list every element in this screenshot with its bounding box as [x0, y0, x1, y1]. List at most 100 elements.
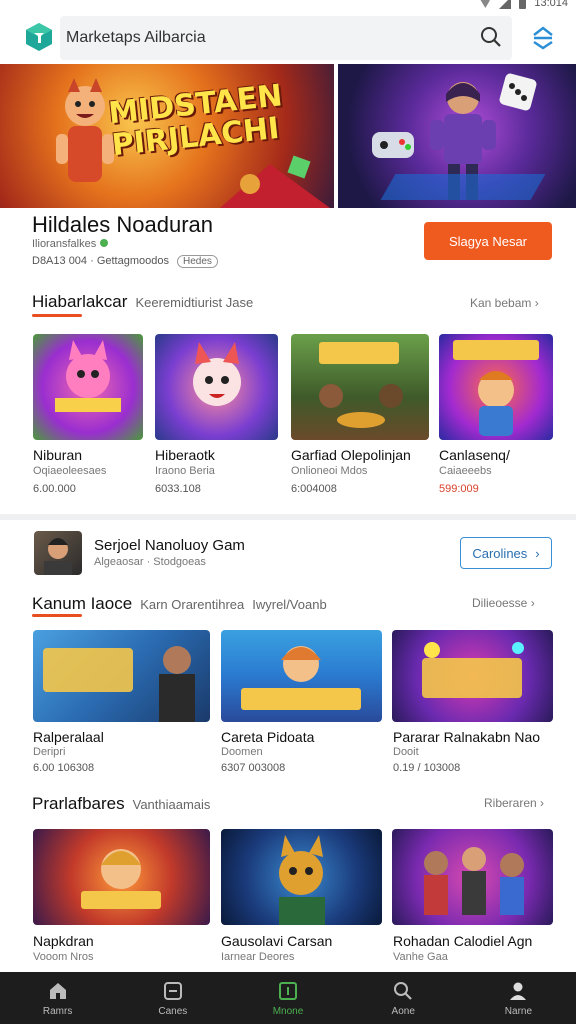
search-header: Marketaps Ailbarcia [0, 12, 576, 64]
apps-icon [279, 981, 297, 1000]
tile-subtitle: Vooom Nros [33, 951, 94, 963]
section-header-2: Kanum Iaoce Karn Orarentihrea Iwyrel/Voanb [32, 594, 327, 614]
section-see-all-link[interactable]: Kan bebam › [470, 296, 539, 310]
tile-title: Canlasenq/ [439, 447, 510, 463]
tile-price: 6.00 106308 [33, 762, 95, 774]
nav-label: Mnone [272, 1005, 304, 1017]
game-controller-icon [372, 132, 414, 158]
search-text: Marketaps Ailbarcia [66, 29, 206, 46]
tile-subtitle: Iraono Beria [155, 465, 215, 477]
tile-price: 6033.108 [155, 483, 201, 495]
tile-title: Careta Pidoata [221, 729, 315, 745]
profile-icon [510, 982, 527, 1000]
featured-action-button[interactable]: Slagya Nesar [424, 222, 552, 260]
tile-subtitle: Caiaeeebs [439, 465, 492, 477]
featured-meta-text: D8A13 004 · Gettagmoodos [32, 255, 169, 267]
tile-price: 599:009 [439, 483, 479, 495]
section-link-label: Dilieoesse [472, 596, 528, 610]
tile-price: 0.19 / 103008 [393, 762, 461, 774]
verified-icon [100, 239, 109, 247]
section-header-3: Prarlafbares Vanthiaamais [32, 794, 210, 814]
tile-art [424, 847, 524, 915]
signal-icon [499, 0, 512, 9]
banner-image-left[interactable]: MIDSTAEN PIRJLACHI [0, 64, 334, 208]
section-see-all-link[interactable]: Riberaren › [484, 796, 544, 810]
tile-price: 6:004008 [291, 483, 337, 495]
app-avatar-art [44, 538, 72, 575]
tile-art [279, 835, 325, 925]
tile-title: Niburan [33, 447, 83, 463]
tile-subtitle: Iarnear Deores [221, 951, 295, 963]
tile-price: 6.00.000 [33, 483, 76, 495]
game-tile[interactable] [33, 630, 210, 722]
bottom-navigation: Ramrs Canes Mnone Aone Narne [0, 972, 576, 1024]
section-see-all-link[interactable]: Dilieoesse › [472, 596, 535, 610]
dice-icon [499, 73, 537, 111]
featured-tag: Hedes [176, 255, 218, 268]
banner-image-right[interactable] [338, 64, 576, 208]
section-title: Prarlafbares [32, 794, 125, 813]
search-input[interactable]: Marketaps Ailbarcia [60, 16, 512, 60]
tile-subtitle: Onlioneoi Mdos [291, 465, 368, 477]
nav-label: Aone [391, 1005, 415, 1017]
tile-title: Garfiad Olepolinjan [291, 447, 411, 463]
nav-item-search[interactable]: Aone [346, 972, 461, 1024]
status-bar: 13:014 [0, 0, 576, 12]
section-subtitle: Keeremidtiurist Jase [135, 295, 254, 310]
game-tile[interactable] [392, 630, 553, 722]
nav-item-home[interactable]: Ramrs [0, 972, 115, 1024]
game-tile[interactable] [439, 334, 553, 440]
featured-title: Hildales Noaduran [32, 212, 213, 237]
tile-art [319, 342, 403, 428]
tile-art [193, 342, 241, 406]
filter-icon[interactable] [530, 24, 556, 50]
section-underline [32, 614, 82, 617]
game-tile[interactable] [392, 829, 553, 925]
games-icon [163, 981, 182, 1000]
nav-label: Canes [158, 1005, 188, 1017]
battery-icon [519, 0, 527, 9]
nav-item-games[interactable]: Canes [115, 972, 230, 1024]
nav-label: Narne [504, 1005, 533, 1017]
hero-banner[interactable]: MIDSTAEN PIRJLACHI [0, 64, 576, 208]
featured-meta: D8A13 004 · Gettagmoodos Hedes [32, 255, 218, 268]
featured-subtitle-text: Ilioransfalkes [32, 238, 97, 250]
game-tile[interactable] [291, 334, 429, 440]
section-title: Hiabarlakcar [32, 292, 128, 311]
game-tile[interactable] [33, 334, 143, 440]
tile-art [241, 646, 361, 710]
tile-title: Hiberaotk [155, 447, 215, 463]
section-divider [0, 514, 576, 520]
tile-art [422, 642, 524, 698]
tile-title: Ralperalaal [33, 729, 104, 745]
app-row-action-button[interactable]: Carolines › [460, 537, 552, 569]
app-row-title: Serjoel Nanoluoy Gam [94, 537, 245, 554]
game-tile[interactable] [221, 829, 382, 925]
nav-label: Ramrs [42, 1005, 73, 1017]
game-tile[interactable] [33, 829, 210, 925]
tile-art [453, 340, 539, 436]
decoration [220, 155, 330, 208]
game-tile[interactable] [221, 630, 382, 722]
tile-subtitle: Dooit [393, 746, 419, 758]
game-tile[interactable] [155, 334, 278, 440]
tile-subtitle: Oqiaeoleesaes [33, 465, 107, 477]
chevron-right-icon: › [535, 545, 540, 561]
tile-title: Rohadan Calodiel Agn [393, 933, 533, 949]
tile-title: Gausolavi Carsan [221, 933, 333, 949]
section-subtitle: Vanthiaamais [132, 797, 211, 812]
nav-item-apps[interactable]: Mnone [230, 972, 345, 1024]
tile-subtitle: Deripri [33, 746, 66, 758]
tile-title: Napkdran [33, 933, 94, 949]
tile-subtitle: Doomen [221, 746, 263, 758]
app-avatar[interactable] [34, 531, 82, 575]
tile-title: Pararar Ralnakabn Nao [393, 729, 541, 745]
tile-price: 6307 003008 [221, 762, 286, 774]
section-subtitle-2: Iwyrel/Voanb [252, 597, 327, 612]
tile-subtitle: Vanhe Gaa [393, 951, 448, 963]
banner-title: MIDSTAEN PIRJLACHI [106, 78, 285, 164]
tile-art [81, 849, 161, 909]
search-icon[interactable] [480, 26, 502, 48]
nav-item-profile[interactable]: Narne [461, 972, 576, 1024]
store-logo-icon[interactable] [24, 22, 54, 52]
